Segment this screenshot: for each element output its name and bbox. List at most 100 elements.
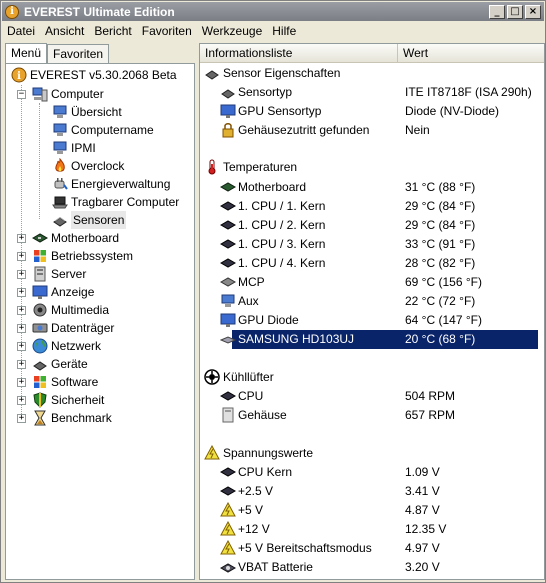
list-item[interactable]: CPU [219, 387, 263, 406]
item-label: CPU Kern [238, 465, 293, 479]
collapse-icon[interactable]: − [17, 90, 26, 99]
item-value: 4.97 V [405, 541, 440, 555]
expand-icon[interactable]: + [17, 324, 26, 333]
list-item-selected[interactable]: SAMSUNG HD103UJ [232, 330, 538, 349]
tree-root[interactable]: i EVEREST v5.30.2068 Beta [11, 66, 177, 84]
sensor-chip-icon [204, 65, 220, 81]
item-value: 20 °C (68 °F) [405, 332, 476, 346]
list-item[interactable]: VBAT Batterie [219, 558, 313, 577]
list-item[interactable]: Motherboard [219, 178, 306, 197]
tree-item-label: Anzeige [51, 285, 95, 299]
tree-item-geraete[interactable]: Geräte [32, 355, 88, 373]
list-item[interactable]: +12 V [220, 520, 270, 539]
list-item[interactable]: 1. CPU / 1. Kern [219, 197, 325, 216]
tree-item-betriebssystem[interactable]: Betriebssystem [32, 247, 133, 265]
column-header-field[interactable]: Informationsliste [200, 44, 398, 62]
cpu-chip-icon [219, 236, 237, 252]
tree-item-sicherheit[interactable]: Sicherheit [32, 391, 104, 409]
tree-item-computername[interactable]: Computername [52, 121, 154, 139]
expand-icon[interactable]: + [17, 270, 26, 279]
list-item[interactable]: CPU Kern [219, 463, 293, 482]
tree-item-overclock[interactable]: Overclock [52, 157, 124, 175]
expand-icon[interactable]: + [17, 342, 26, 351]
expand-icon[interactable]: + [17, 306, 26, 315]
tree-item-server[interactable]: Server [32, 265, 86, 283]
tree-item-uebersicht[interactable]: Übersicht [52, 103, 122, 121]
tree-item-label: Netzwerk [51, 339, 102, 353]
list-item[interactable]: 1. CPU / 2. Kern [219, 216, 325, 235]
tree-item-benchmark[interactable]: Benchmark [32, 409, 112, 427]
menu-bericht[interactable]: Bericht [89, 24, 136, 38]
voltage-warning-icon [220, 539, 236, 556]
list-item[interactable]: +5 V Bereitschaftsmodus [220, 539, 372, 558]
info-list[interactable]: Informationsliste Wert Sensor Eigenschaf… [199, 43, 545, 580]
item-value: 29 °C (84 °F) [405, 218, 476, 232]
menu-ansicht[interactable]: Ansicht [40, 24, 89, 38]
item-value: 64 °C (147 °F) [405, 313, 482, 327]
expand-icon[interactable]: + [17, 396, 26, 405]
window-title: EVEREST Ultimate Edition [24, 4, 175, 19]
tree-item-netzwerk[interactable]: Netzwerk [32, 337, 101, 355]
list-item[interactable]: GPU Diode [220, 311, 299, 330]
item-value: 3.20 V [405, 560, 440, 574]
list-item[interactable]: Gehäusezutritt gefunden [220, 121, 369, 140]
tree-item-computer[interactable]: Computer [32, 85, 104, 103]
tree-item-multimedia[interactable]: Multimedia [32, 301, 109, 319]
maximize-button[interactable]: □ [507, 4, 523, 19]
tree-root-label: EVEREST v5.30.2068 Beta [30, 68, 177, 82]
expand-icon[interactable]: + [17, 378, 26, 387]
tree-item-tragbarer-computer[interactable]: Tragbarer Computer [52, 193, 179, 211]
tab-menu[interactable]: Menü [5, 43, 48, 63]
expand-icon[interactable]: + [17, 360, 26, 369]
list-item[interactable]: +2.5 V [219, 482, 273, 501]
monitor-icon [220, 312, 236, 328]
windows-logo-icon [32, 374, 48, 390]
tree-item-label: Betriebssystem [51, 249, 134, 263]
tab-favorites[interactable]: Favoriten [47, 44, 110, 63]
list-item[interactable]: GPU Sensortyp [220, 102, 321, 121]
list-item[interactable]: Sensortyp [220, 83, 292, 102]
close-button[interactable]: × [525, 4, 541, 19]
item-value: 4.87 V [405, 503, 440, 517]
tree-item-energieverwaltung[interactable]: Energieverwaltung [52, 175, 170, 193]
menu-favoriten[interactable]: Favoriten [137, 24, 197, 38]
list-item[interactable]: 1. CPU / 4. Kern [219, 254, 325, 273]
server-icon [32, 266, 48, 282]
item-label: Aux [238, 294, 259, 308]
expand-icon[interactable]: + [17, 288, 26, 297]
navigation-tree[interactable]: i EVEREST v5.30.2068 Beta − Computer Übe… [5, 63, 195, 580]
title-bar[interactable]: i EVEREST Ultimate Edition _ □ × [2, 2, 544, 21]
list-item[interactable]: MCP [219, 273, 265, 292]
section-header-sensor: Sensor Eigenschaften [204, 64, 340, 83]
item-label: +5 V Bereitschaftsmodus [238, 541, 372, 555]
menu-bar: Datei Ansicht Bericht Favoriten Werkzeug… [2, 21, 544, 41]
tree-item-ipmi[interactable]: IPMI [52, 139, 96, 157]
menu-datei[interactable]: Datei [2, 24, 40, 38]
cpu-chip-icon [219, 388, 237, 404]
item-value: 69 °C (156 °F) [405, 275, 482, 289]
tree-item-motherboard[interactable]: Motherboard [31, 229, 119, 247]
cpu-chip-icon [219, 255, 237, 271]
speaker-icon [32, 302, 48, 318]
list-item[interactable]: 1. CPU / 3. Kern [219, 235, 325, 254]
item-label: GPU Sensortyp [238, 104, 322, 118]
list-item[interactable]: Aux [220, 292, 259, 311]
expand-icon[interactable]: + [17, 234, 26, 243]
power-plug-icon [52, 176, 68, 192]
tree-item-label: Multimedia [51, 303, 110, 317]
menu-werkzeuge[interactable]: Werkzeuge [197, 24, 267, 38]
tree-item-sensoren[interactable]: Sensoren [52, 211, 127, 229]
menu-hilfe[interactable]: Hilfe [267, 24, 301, 38]
tree-item-anzeige[interactable]: Anzeige [32, 283, 94, 301]
disk-icon [32, 320, 48, 336]
expand-icon[interactable]: + [17, 252, 26, 261]
expand-icon[interactable]: + [17, 414, 26, 423]
item-value: 28 °C (82 °F) [405, 256, 476, 270]
list-item[interactable]: +5 V [220, 501, 263, 520]
minimize-button[interactable]: _ [489, 4, 505, 19]
list-item[interactable]: Gehäuse [220, 406, 287, 425]
tree-item-datentraeger[interactable]: Datenträger [32, 319, 114, 337]
tree-item-software[interactable]: Software [32, 373, 98, 391]
column-header-value[interactable]: Wert [398, 44, 544, 62]
cpu-chip-icon [219, 198, 237, 214]
